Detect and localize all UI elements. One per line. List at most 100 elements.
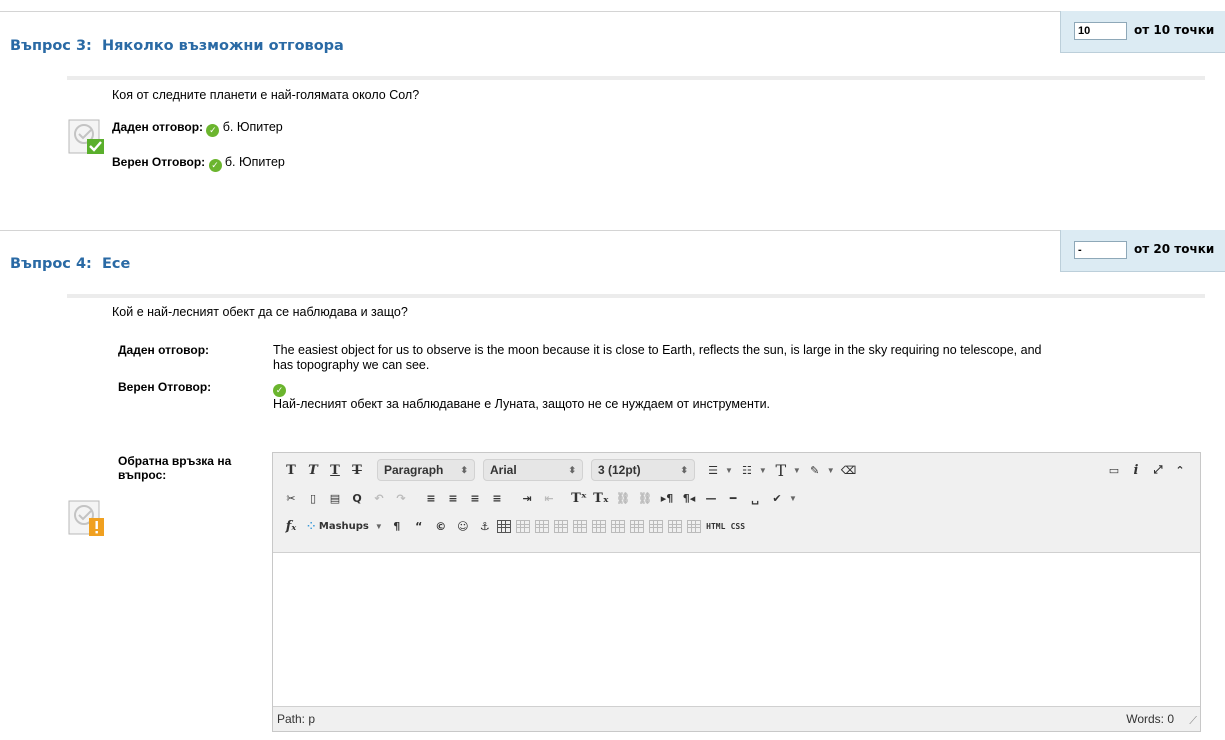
question-type: Няколко възможни отговора [101,38,344,54]
question-title: Въпрос 3: Няколко възможни отговора [10,38,344,54]
dropdown-arrow-icon[interactable]: ▼ [759,466,767,475]
question-text: Кой е най-лесният обект да се наблюдава … [112,305,408,319]
cut-icon[interactable]: ✂ [281,487,301,509]
emoticon-icon[interactable]: ☺ [453,515,473,537]
table-delete-row-icon[interactable] [591,519,606,533]
select-arrow-icon: ⬍ [460,464,468,475]
points-label: от 20 точки [1134,242,1215,256]
collapse-icon[interactable]: ⌃ [1170,459,1190,481]
pilcrow-icon[interactable]: ¶ [387,515,407,537]
subscript-icon[interactable]: Tₓ [591,487,611,509]
nbsp-icon[interactable]: ␣ [745,487,765,509]
table-insert-col-before-icon[interactable] [610,519,625,533]
dropdown-arrow-icon[interactable]: ▼ [725,466,733,475]
html-button[interactable]: HTML [706,515,726,537]
correct-answer-label: Верен Отговор: [112,155,206,169]
given-answer-line-1: The easiest object for us to observe is … [273,343,1042,357]
graded-correct-icon [67,117,109,159]
align-center-icon[interactable]: ≡ [443,487,463,509]
given-answer-label: Даден отговор: [118,343,210,357]
underline-icon[interactable]: T [325,459,345,481]
toolbar-right-group: ▭ i ⤢ ⌃ [1104,457,1192,483]
correct-answer-label: Верен Отговор: [118,380,212,394]
bold-icon[interactable]: T [281,459,301,481]
size-select-value: 3 (12pt) [598,463,641,477]
spellcheck-icon[interactable]: ✔ [767,487,787,509]
mashups-button[interactable]: ⁘ Mashups [303,515,373,537]
table-cell-props-icon[interactable] [534,519,549,533]
paragraph-select-value: Paragraph [384,463,444,477]
dropdown-arrow-icon[interactable]: ▼ [793,466,801,475]
redo-icon[interactable]: ↷ [391,487,411,509]
dropdown-arrow-icon[interactable]: ▼ [375,522,383,531]
editor-path: Path: p [277,712,316,726]
quote-icon[interactable]: “ [409,515,429,537]
dropdown-arrow-icon[interactable]: ▼ [827,466,835,475]
mashups-label: Mashups [318,520,369,532]
formula-icon[interactable]: fₓ [281,515,301,537]
table-delete-col-icon[interactable] [648,519,663,533]
ordered-list-icon[interactable]: ☷ [737,459,757,481]
ltr-icon[interactable]: ▸¶ [657,487,677,509]
divider [67,294,1205,298]
indent-icon[interactable]: ⇥ [517,487,537,509]
size-select[interactable]: 3 (12pt) ⬍ [591,459,695,481]
strikethrough-icon[interactable]: T [347,459,367,481]
divider [67,76,1205,80]
feedback-editor: T T T T Paragraph ⬍ Arial ⬍ 3 (12pt) ⬍ ☰ ▼ ☷… [272,452,1201,732]
table-icon[interactable] [496,519,511,533]
copy-icon[interactable]: ▯ [303,487,323,509]
anchor-icon[interactable]: ⚓ [475,515,495,537]
text-color-icon[interactable]: T [771,459,791,481]
italic-icon[interactable]: T [303,459,323,481]
feedback-label-line-2: въпрос: [118,468,167,482]
table-insert-row-before-icon[interactable] [553,519,568,533]
css-button[interactable]: CSS [728,515,748,537]
paste-icon[interactable]: ▤ [325,487,345,509]
preview-icon[interactable]: ▭ [1104,459,1124,481]
table-merge-cells-icon[interactable] [686,519,701,533]
rtl-icon[interactable]: ¶◂ [679,487,699,509]
points-box: - от 20 точки [1060,230,1225,272]
align-left-icon[interactable]: ≡ [421,487,441,509]
link-icon[interactable]: ⛓ [613,487,633,509]
undo-icon[interactable]: ↶ [369,487,389,509]
given-answer-row: Даден отговор: ✓ б. Юпитер [112,120,283,137]
editor-text-area[interactable] [273,552,1200,707]
table-split-cells-icon[interactable] [667,519,682,533]
table-row-props-icon[interactable] [515,519,530,533]
superscript-icon[interactable]: Tˣ [569,487,589,509]
question-number: Въпрос 4: [10,256,92,272]
unordered-list-icon[interactable]: ☰ [703,459,723,481]
question-number: Въпрос 3: [10,38,92,54]
find-icon[interactable]: Q [347,487,367,509]
copyright-icon[interactable]: © [431,515,451,537]
table-insert-col-after-icon[interactable] [629,519,644,533]
select-arrow-icon: ⬍ [680,464,688,475]
info-icon[interactable]: i [1126,459,1146,481]
justify-icon[interactable]: ≡ [487,487,507,509]
outdent-icon[interactable]: ⇤ [539,487,559,509]
correct-answer-row: Верен Отговор: ✓ б. Юпитер [112,155,285,172]
hr-thick-icon[interactable]: ━ [723,487,743,509]
resize-icon[interactable]: ⟋ [1189,715,1197,728]
font-select-value: Arial [490,463,517,477]
paragraph-select[interactable]: Paragraph ⬍ [377,459,475,481]
highlight-icon[interactable]: ✎ [805,459,825,481]
align-right-icon[interactable]: ≡ [465,487,485,509]
given-answer-label: Даден отговор: [112,120,204,134]
points-box: 10 от 10 точки [1060,11,1225,53]
unlink-icon[interactable]: ⛓ [635,487,655,509]
check-icon: ✓ [273,380,286,397]
points-input[interactable]: - [1074,241,1127,259]
toolbar-row-1: T T T T Paragraph ⬍ Arial ⬍ 3 (12pt) ⬍ ☰ ▼ ☷… [281,457,861,483]
font-select[interactable]: Arial ⬍ [483,459,583,481]
correct-answer-value: б. Юпитер [224,155,285,169]
hr-icon[interactable]: — [701,487,721,509]
fullscreen-icon[interactable]: ⤢ [1148,459,1168,481]
dropdown-arrow-icon[interactable]: ▼ [789,494,797,503]
eraser-icon[interactable]: ⌫ [839,459,859,481]
toolbar-row-2: ✂ ▯ ▤ Q ↶ ↷ ≡ ≡ ≡ ≡ ⇥ ⇤ Tˣ Tₓ ⛓ ⛓ ▸¶ ¶◂ … [281,485,801,511]
points-input[interactable]: 10 [1074,22,1127,40]
table-insert-row-after-icon[interactable] [572,519,587,533]
